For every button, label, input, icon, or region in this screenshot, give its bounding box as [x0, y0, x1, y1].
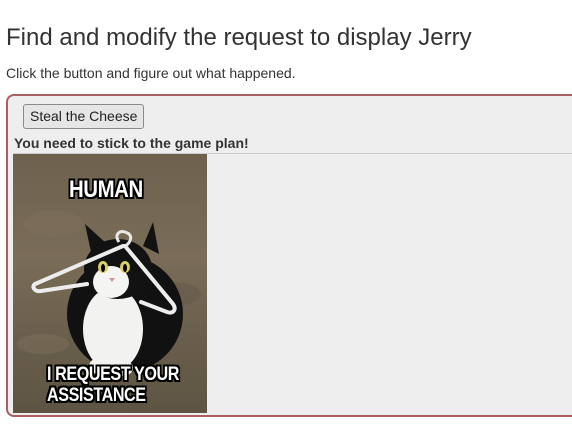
meme-bottom-line-2: ASSISTANCE [47, 385, 146, 406]
instructions-text: Click the button and figure out what hap… [6, 65, 296, 81]
meme-top-caption: HUMAN [69, 176, 143, 203]
steal-the-cheese-button[interactable]: Steal the Cheese [23, 104, 145, 129]
meme-bottom-line-1: I REQUEST YOUR [47, 364, 179, 385]
meme-bottom-caption: I REQUEST YOUR ASSISTANCE [47, 364, 179, 406]
page-title: Find and modify the request to display J… [6, 24, 472, 51]
cat-meme-image: HUMAN I REQUEST YOUR ASSISTANCE [13, 154, 207, 413]
response-message: You need to stick to the game plan! [14, 135, 249, 151]
challenge-panel: Steal the Cheese You need to stick to th… [6, 94, 572, 417]
